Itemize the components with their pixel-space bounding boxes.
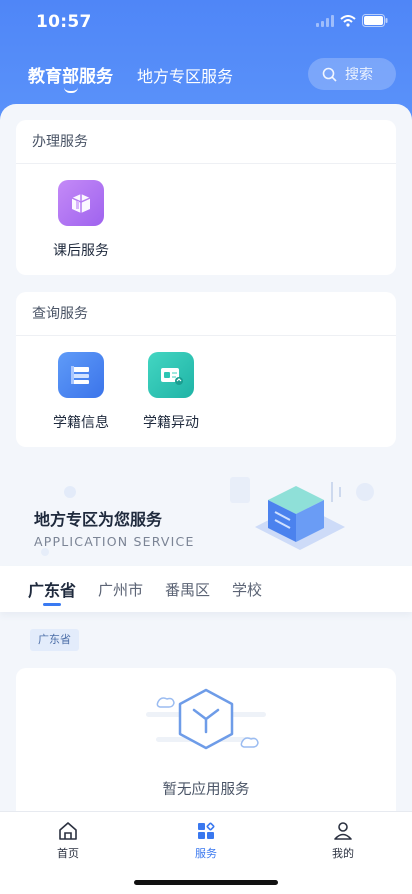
tab-district[interactable]: 番禺区 (165, 579, 210, 600)
top-nav-tabs: 教育部服务 地方专区服务 (28, 62, 257, 93)
tabbar-home-label: 首页 (57, 847, 79, 860)
search-icon (322, 67, 337, 82)
tabbar-profile[interactable]: 我的 (303, 820, 383, 861)
grid-icon (198, 822, 215, 839)
region-chip: 广东省 (30, 629, 79, 651)
tab-city-label: 广州市 (98, 580, 144, 599)
empty-box-icon (146, 688, 266, 750)
tab-province-label: 广东省 (28, 581, 77, 600)
handle-services-title: 办理服务 (16, 120, 396, 164)
service-record-change-label: 学籍异动 (143, 415, 199, 431)
local-services-banner: 地方专区为您服务 APPLICATION SERVICE (0, 462, 412, 572)
empty-state-card: 暂无应用服务 (16, 668, 396, 818)
region-tabs: 广东省 广州市 番禺区 学校 (0, 566, 412, 612)
tab-district-label: 番禺区 (165, 580, 211, 599)
book-box-icon (58, 180, 104, 226)
signal-icon (316, 14, 334, 27)
user-icon (334, 822, 352, 840)
service-student-record[interactable]: 学籍信息 (36, 352, 126, 432)
handle-services-card: 办理服务 课后服务 (16, 120, 396, 275)
home-icon (59, 822, 77, 840)
tab-ministry-services[interactable]: 教育部服务 (28, 62, 113, 93)
service-student-record-label: 学籍信息 (53, 415, 109, 431)
service-record-change[interactable]: 学籍异动 (126, 352, 216, 432)
wifi-icon (340, 14, 356, 27)
tab-local-services[interactable]: 地方专区服务 (137, 63, 233, 87)
status-icons (316, 14, 388, 27)
search-placeholder: 搜索 (345, 67, 373, 83)
tab-school-label: 学校 (232, 580, 263, 599)
service-after-school-label: 课后服务 (53, 243, 109, 259)
tab-school[interactable]: 学校 (232, 579, 262, 600)
banner-title: 地方专区为您服务 (34, 510, 163, 529)
tabbar-services[interactable]: 服务 (166, 820, 246, 861)
tab-ministry-services-label: 教育部服务 (28, 67, 113, 87)
query-services-title: 查询服务 (16, 292, 396, 336)
tabbar-home[interactable]: 首页 (28, 820, 108, 861)
service-after-school[interactable]: 课后服务 (36, 180, 126, 260)
status-bar: 10:57 (0, 0, 412, 44)
tab-local-services-label: 地方专区服务 (137, 67, 234, 86)
status-time: 10:57 (36, 12, 92, 32)
id-card-exchange-icon (148, 352, 194, 398)
tabbar-profile-label: 我的 (332, 847, 354, 860)
region-tab-indicator (43, 603, 61, 606)
tab-province[interactable]: 广东省 (28, 577, 77, 606)
empty-state-text: 暂无应用服务 (162, 782, 250, 798)
tab-city[interactable]: 广州市 (98, 579, 143, 600)
battery-icon (362, 14, 388, 27)
search-input[interactable]: 搜索 (308, 58, 396, 90)
document-stack-icon (58, 352, 104, 398)
query-services-card: 查询服务 学籍信息 学籍异动 (16, 292, 396, 447)
banner-subtitle: APPLICATION SERVICE (34, 534, 195, 549)
home-indicator (134, 880, 278, 885)
tabbar-services-label: 服务 (195, 847, 217, 860)
